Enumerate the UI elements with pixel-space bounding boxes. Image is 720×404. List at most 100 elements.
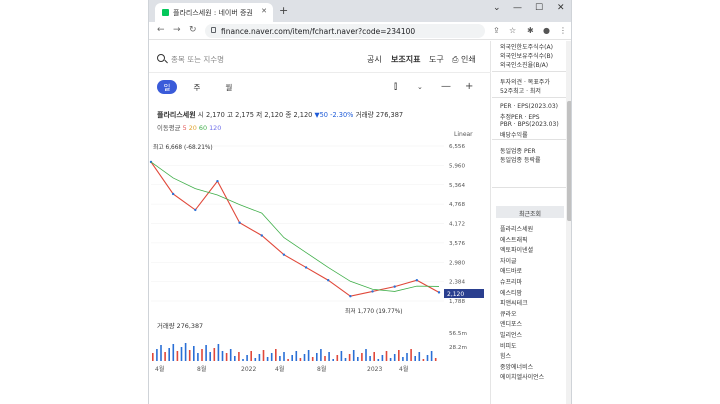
price-point xyxy=(171,192,175,196)
sidebar-item[interactable]: 52주최고 · 최저 xyxy=(500,86,541,95)
volume-bar xyxy=(377,359,380,361)
recent-item[interactable]: 중앙에너비스 xyxy=(500,362,533,371)
volume-bar xyxy=(184,343,187,361)
volume-bar xyxy=(410,349,412,361)
recent-item[interactable]: 에스트래픽 xyxy=(500,235,528,244)
sidebar-item[interactable]: 외국인한도주식수(A) xyxy=(500,42,553,51)
volume-bar xyxy=(275,349,277,361)
naver-favicon-icon xyxy=(162,9,169,16)
volume-bar xyxy=(365,349,367,361)
back-arrow-icon[interactable]: ← xyxy=(157,25,165,35)
sidebar-item[interactable]: 배당수익률 xyxy=(500,130,528,139)
volume-bar xyxy=(258,354,261,361)
recent-item[interactable]: 애드바로 xyxy=(500,266,522,275)
volume-bar xyxy=(299,358,302,361)
sidebar-item[interactable]: 동일업종 등락률 xyxy=(500,155,541,164)
recent-item[interactable]: 엑토파이넨셜 xyxy=(500,245,533,254)
volume-bar xyxy=(217,344,220,361)
divider xyxy=(492,97,571,98)
maximize-icon[interactable]: ☐ xyxy=(535,3,543,13)
volume-bar xyxy=(176,351,179,361)
close-tab-icon[interactable]: ✕ xyxy=(261,7,267,15)
divider xyxy=(492,139,571,140)
sidebar-item[interactable]: PBR · BPS(2023.03) xyxy=(500,121,559,128)
chart-grid xyxy=(151,145,444,302)
recent-item[interactable]: 힘스 xyxy=(500,351,511,360)
recent-item[interactable]: 플라리스세원 xyxy=(500,224,533,233)
volume-bar xyxy=(434,358,437,361)
extensions-icon[interactable]: ✱ xyxy=(527,26,534,35)
volume-bar xyxy=(238,352,240,361)
recent-item[interactable]: 자이글 xyxy=(500,256,517,265)
volume-bar xyxy=(172,344,175,361)
volume-bar xyxy=(311,357,314,361)
volume-bar xyxy=(381,355,384,361)
recent-item[interactable]: 에스티팜 xyxy=(500,288,522,297)
recent-item[interactable]: 에이치엘사이언스 xyxy=(500,372,544,381)
tab-strip: 플라리스세원 : 네이버 증권 ✕ + ⌄ — ☐ ✕ xyxy=(149,0,571,22)
volume-title: 거래량 276,387 xyxy=(157,321,203,330)
menu-icon[interactable]: ⋮ xyxy=(559,26,567,35)
volume-bar xyxy=(393,354,396,361)
forward-arrow-icon[interactable]: → xyxy=(173,25,181,35)
chevron-down-icon[interactable]: ⌄ xyxy=(493,3,501,13)
volume-bar xyxy=(242,359,244,361)
volume-bar xyxy=(234,356,236,361)
y-tick-label: 3,576 xyxy=(449,241,465,247)
sidebar-scrollbar[interactable] xyxy=(566,41,571,404)
browser-toolbar: ← → ↻ finance.naver.com/item/fchart.nave… xyxy=(149,22,571,40)
volume-tick-label: 28.2m xyxy=(449,345,467,351)
volume-bar xyxy=(201,349,203,361)
tab-title: 플라리스세원 : 네이버 증권 xyxy=(173,9,253,17)
volume-bar xyxy=(209,352,211,361)
y-tick-label: 5,960 xyxy=(449,163,465,169)
price-point xyxy=(371,290,374,293)
lock-icon xyxy=(211,27,216,33)
volume-bar xyxy=(156,349,158,361)
x-tick-label: 8월 xyxy=(197,365,206,373)
x-tick-label: 2023 xyxy=(367,366,382,373)
price-point xyxy=(260,234,263,237)
share-icon[interactable]: ⇪ xyxy=(493,26,500,35)
price-chart[interactable]: Linear 6,556 5,960 5,364 4,768 4,172 3,576 2,9… xyxy=(149,41,491,404)
volume-bar xyxy=(328,352,330,361)
x-tick-label: 8월 xyxy=(317,365,326,373)
scrollbar-thumb[interactable] xyxy=(567,101,571,221)
x-tick-label: 4월 xyxy=(155,365,164,373)
volume-bar xyxy=(402,357,404,361)
sidebar-item[interactable]: PER · EPS(2023.03) xyxy=(500,103,558,110)
chart-panel: 종목 또는 지수명 공시 보조지표 도구 ⎙ 인쇄 일 주 월 ⫾ ⌄ — + … xyxy=(149,41,491,404)
recent-item[interactable]: 슈프리마 xyxy=(500,277,522,286)
reload-icon[interactable]: ↻ xyxy=(189,25,197,35)
price-point xyxy=(194,208,197,212)
browser-tab[interactable]: 플라리스세원 : 네이버 증권 ✕ xyxy=(155,3,273,22)
sidebar-item[interactable]: 투자의견 · 목표주가 xyxy=(500,77,550,86)
profile-icon[interactable]: ● xyxy=(543,26,550,35)
new-tab-button[interactable]: + xyxy=(279,4,288,17)
scale-label[interactable]: Linear xyxy=(454,131,473,138)
minimize-icon[interactable]: — xyxy=(513,3,522,13)
recent-item[interactable]: 빌리언스 xyxy=(500,330,522,339)
star-icon[interactable]: ☆ xyxy=(509,26,516,35)
volume-bar xyxy=(320,349,322,361)
volume-bar xyxy=(357,357,359,361)
sidebar-item[interactable]: 외국인보유주식수(B) xyxy=(500,51,553,60)
y-tick-label: 6,556 xyxy=(449,144,465,150)
window-close-icon[interactable]: ✕ xyxy=(557,3,565,13)
volume-bar xyxy=(197,353,199,361)
recent-item[interactable]: 비피도 xyxy=(500,341,517,350)
volume-bar xyxy=(361,353,363,361)
recent-item[interactable]: 피앤씨테크 xyxy=(500,298,528,307)
volume-bar xyxy=(352,350,355,361)
volume-bar xyxy=(246,355,248,361)
price-point xyxy=(393,285,396,288)
volume-bar xyxy=(279,356,281,361)
recent-item[interactable]: 엔디포스 xyxy=(500,319,522,328)
recent-item[interactable]: 큐라오 xyxy=(500,309,517,318)
desktop: 플라리스세원 : 네이버 증권 ✕ + ⌄ — ☐ ✕ ← → ↻ financ… xyxy=(0,0,720,404)
sidebar-item[interactable]: 동일업종 PER xyxy=(500,146,536,155)
volume-bar xyxy=(283,352,285,361)
address-bar[interactable]: finance.naver.com/item/fchart.naver?code… xyxy=(205,24,485,38)
sidebar-item[interactable]: 추정PER · EPS xyxy=(500,112,540,121)
sidebar-item[interactable]: 외국인소진율(B/A) xyxy=(500,60,548,69)
